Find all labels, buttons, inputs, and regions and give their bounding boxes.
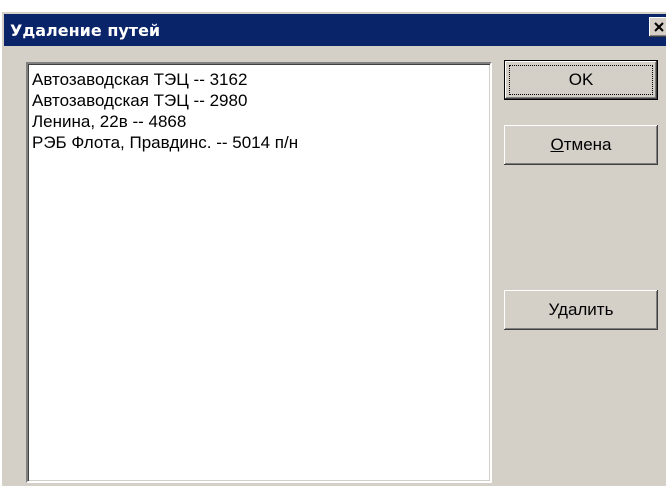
cancel-accelerator: О (550, 135, 564, 154)
paths-listbox[interactable]: Автозаводская ТЭЦ -- 3162 Автозаводская … (26, 62, 492, 483)
focus-ring (509, 65, 653, 95)
ok-button[interactable]: OK (504, 60, 658, 100)
close-button[interactable] (649, 17, 666, 37)
list-item[interactable]: Автозаводская ТЭЦ -- 3162 (32, 69, 490, 90)
list-item[interactable]: Ленина, 22в -- 4868 (32, 111, 490, 132)
cancel-button[interactable]: Отмена (504, 125, 658, 165)
paths-list: Автозаводская ТЭЦ -- 3162 Автозаводская … (28, 64, 490, 153)
close-icon (654, 22, 664, 32)
list-item[interactable]: Автозаводская ТЭЦ -- 2980 (32, 90, 490, 111)
dialog-window: Удаление путей Автозаводская ТЭЦ -- 3162… (1, 11, 666, 486)
cancel-label-rest: тмена (563, 135, 612, 154)
dialog-title: Удаление путей (10, 21, 161, 40)
delete-button-label: Удалить (548, 300, 614, 319)
list-item[interactable]: РЭБ Флота, Правдинс. -- 5014 п/н (32, 132, 490, 153)
delete-button[interactable]: Удалить (504, 290, 658, 330)
title-bar: Удаление путей (4, 14, 666, 46)
cancel-button-label: Отмена (550, 135, 611, 155)
